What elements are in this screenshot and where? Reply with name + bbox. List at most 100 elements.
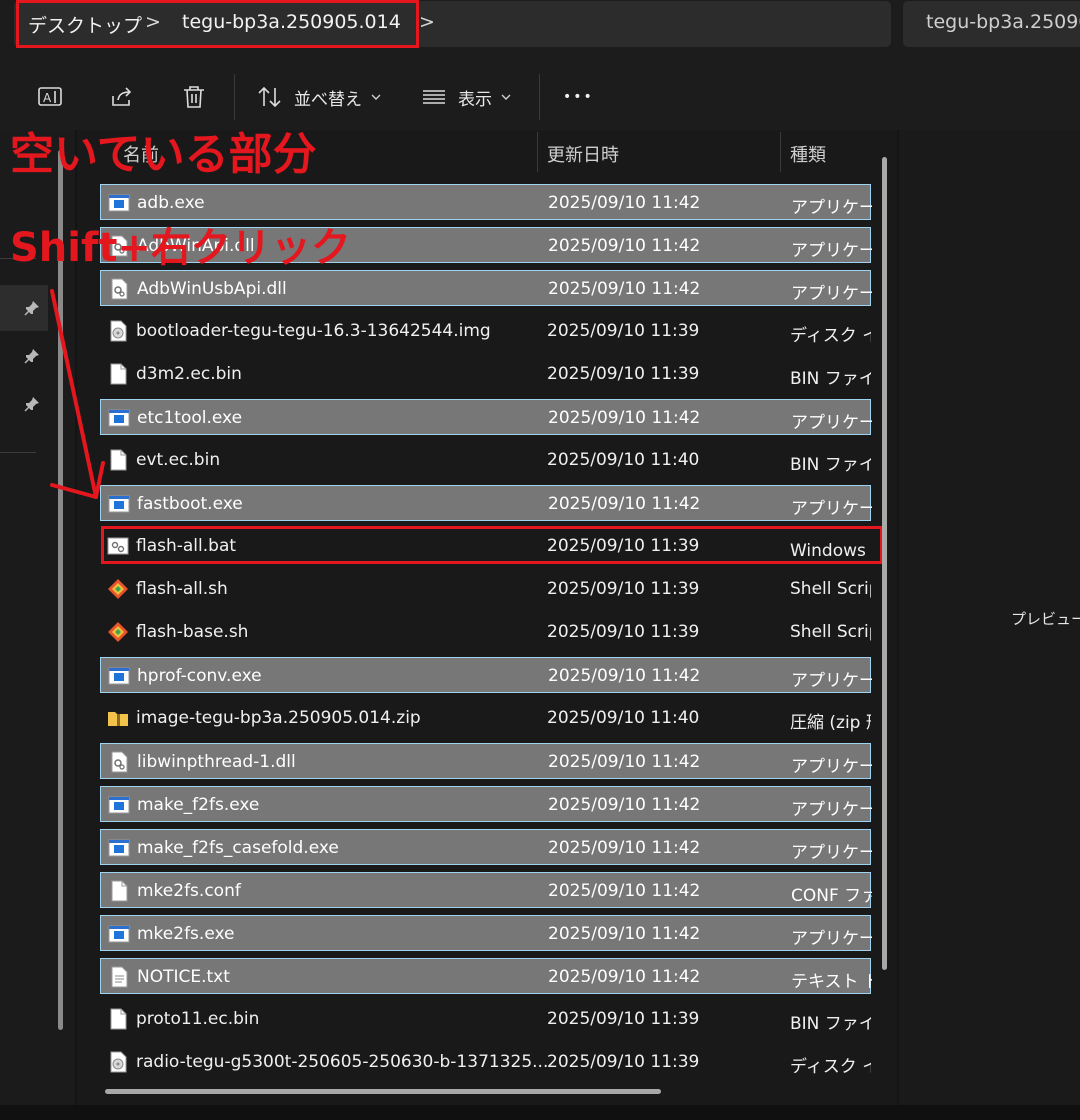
app-icon — [108, 493, 130, 515]
zip-folder-icon — [107, 707, 129, 729]
more-options-button[interactable]: ••• — [563, 80, 594, 114]
more-icon: ••• — [563, 89, 594, 105]
sort-button[interactable]: 並べ替え — [256, 80, 382, 114]
file-row[interactable]: radio-tegu-g5300t-250605-250630-b-137132… — [100, 1044, 871, 1080]
file-type: アプリケーション — [791, 800, 872, 820]
toolbar-divider — [539, 74, 540, 120]
search-placeholder: tegu-bp3a.25090 — [926, 11, 1080, 33]
quick-access-item[interactable] — [24, 396, 40, 416]
horizontal-scrollbar[interactable] — [105, 1089, 661, 1094]
file-name: NOTICE.txt — [137, 967, 230, 987]
file-date: 2025/09/10 11:39 — [547, 321, 700, 341]
column-separator[interactable] — [537, 132, 538, 172]
file-type: テキスト ドキュメント — [791, 972, 872, 992]
file-date: 2025/09/10 11:42 — [548, 924, 701, 944]
file-type: アプリケーション — [791, 198, 872, 218]
dll-icon — [108, 278, 130, 300]
file-name: etc1tool.exe — [137, 408, 243, 428]
view-list-icon — [423, 90, 445, 104]
file-row[interactable]: d3m2.ec.bin 2025/09/10 11:39 BIN ファイル — [100, 356, 871, 392]
delete-button[interactable] — [180, 80, 208, 114]
svg-text:A: A — [43, 91, 52, 105]
quick-access-item[interactable] — [24, 348, 40, 368]
file-row[interactable]: hprof-conv.exe 2025/09/10 11:42 アプリケーション — [100, 657, 872, 693]
file-name: fastboot.exe — [137, 494, 243, 514]
file-row[interactable]: flash-base.sh 2025/09/10 11:39 Shell Scrip… — [100, 614, 871, 650]
file-date: 2025/09/10 11:42 — [548, 193, 701, 213]
annotation-empty-area: 空いている部分 — [10, 129, 317, 180]
nav-divider — [0, 452, 36, 453]
file-row[interactable]: make_f2fs.exe 2025/09/10 11:42 アプリケーション — [100, 786, 872, 822]
column-separator[interactable] — [780, 132, 781, 172]
shell-script-icon — [107, 578, 129, 600]
search-input[interactable]: tegu-bp3a.25090 — [903, 1, 1080, 47]
file-row[interactable]: flash-all.sh 2025/09/10 11:39 Shell Script — [100, 571, 871, 607]
file-type: 圧縮 (zip 形式) — [790, 713, 871, 733]
share-button[interactable] — [108, 80, 136, 114]
file-date: 2025/09/10 11:39 — [547, 364, 700, 384]
file-row[interactable]: mke2fs.conf 2025/09/10 11:42 CONF ファイル — [100, 872, 872, 908]
app-icon — [108, 192, 130, 214]
file-type: BIN ファイル — [790, 1014, 871, 1034]
file-row[interactable]: bootloader-tegu-tegu-16.3-13642544.img 20… — [100, 313, 871, 349]
text-file-icon — [108, 966, 130, 988]
file-type: アプリケーション — [791, 499, 872, 519]
annotation-shift-right-click: Shift+右クリック — [10, 225, 352, 271]
file-icon — [107, 363, 129, 385]
app-icon — [108, 837, 130, 859]
address-bar: デスクトップ > tegu-bp3a.250905.014 > tegu-bp3… — [0, 0, 1080, 62]
file-date: 2025/09/10 11:40 — [547, 450, 700, 470]
file-icon — [107, 449, 129, 471]
file-type: アプリケーション — [791, 929, 872, 949]
file-row[interactable]: libwinpthread-1.dll 2025/09/10 11:42 アプリケー… — [100, 743, 872, 779]
breadcrumb-separator-2[interactable]: > — [419, 11, 435, 33]
file-row[interactable]: mke2fs.exe 2025/09/10 11:42 アプリケーション — [100, 915, 872, 951]
pin-icon — [24, 301, 39, 316]
file-row[interactable]: AdbWinUsbApi.dll 2025/09/10 11:42 アプリケーション — [100, 270, 872, 306]
file-type: Shell Script — [790, 579, 871, 599]
file-name: proto11.ec.bin — [136, 1009, 260, 1029]
annotation-arrow — [50, 289, 105, 499]
rename-button[interactable]: A — [36, 80, 64, 114]
file-name: AdbWinUsbApi.dll — [137, 279, 287, 299]
file-date: 2025/09/10 11:42 — [548, 752, 701, 772]
file-name: hprof-conv.exe — [137, 666, 262, 686]
file-icon — [107, 1008, 129, 1030]
file-row[interactable]: proto11.ec.bin 2025/09/10 11:39 BIN ファイル — [100, 1001, 871, 1037]
column-date[interactable]: 更新日時 — [547, 130, 619, 172]
pin-icon — [24, 397, 39, 412]
file-row[interactable]: image-tegu-bp3a.250905.014.zip 2025/09/10… — [100, 700, 871, 736]
file-name: bootloader-tegu-tegu-16.3-13642544.img — [136, 321, 491, 341]
view-button[interactable]: 表示 — [420, 80, 512, 114]
trash-icon — [184, 86, 204, 108]
file-type: ディスク イメージ — [790, 326, 871, 346]
file-row[interactable]: NOTICE.txt 2025/09/10 11:42 テキスト ドキュメント — [100, 958, 872, 994]
file-date: 2025/09/10 11:42 — [548, 881, 701, 901]
chevron-down-icon — [501, 94, 511, 100]
chevron-down-icon — [371, 94, 381, 100]
preview-message: プレビューを — [1011, 610, 1080, 628]
file-type: BIN ファイル — [790, 369, 871, 389]
file-row[interactable]: fastboot.exe 2025/09/10 11:42 アプリケーション — [100, 485, 872, 521]
file-date: 2025/09/10 11:42 — [548, 236, 701, 256]
nav-scrollbar[interactable] — [58, 150, 63, 1030]
file-name: make_f2fs.exe — [137, 795, 260, 815]
app-icon — [108, 407, 130, 429]
share-icon — [112, 87, 132, 106]
file-row[interactable]: etc1tool.exe 2025/09/10 11:42 アプリケーション — [100, 399, 872, 435]
file-list[interactable]: 名前 更新日時 種類 adb.exe2025/09/10 11:42アプリケーシ… — [77, 130, 897, 1120]
vertical-scrollbar[interactable] — [882, 157, 887, 970]
view-label: 表示 — [458, 89, 492, 110]
preview-pane: プレビューを — [899, 130, 1080, 1120]
file-name: adb.exe — [137, 193, 205, 213]
file-date: 2025/09/10 11:39 — [547, 579, 700, 599]
file-date: 2025/09/10 11:39 — [547, 1052, 700, 1072]
file-date: 2025/09/10 11:42 — [548, 279, 701, 299]
file-row[interactable]: make_f2fs_casefold.exe 2025/09/10 11:42 アプ… — [100, 829, 872, 865]
column-type[interactable]: 種類 — [790, 130, 826, 172]
file-row[interactable]: evt.ec.bin 2025/09/10 11:40 BIN ファイル — [100, 442, 871, 478]
file-name: flash-all.sh — [136, 579, 228, 599]
file-date: 2025/09/10 11:42 — [548, 795, 701, 815]
file-type: アプリケーション — [791, 671, 872, 691]
toolbar-divider — [234, 74, 235, 120]
